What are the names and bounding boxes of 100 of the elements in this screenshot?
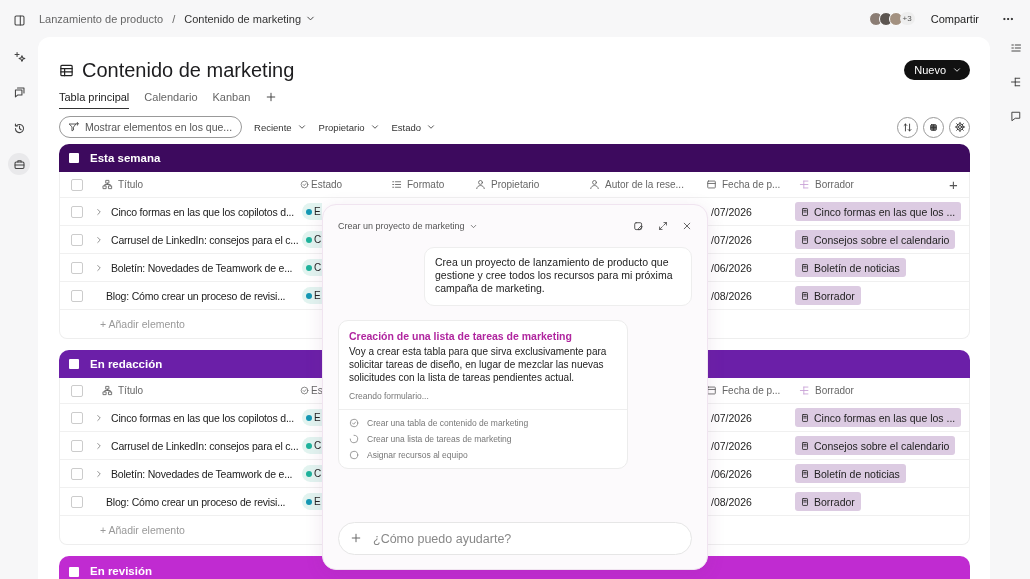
list-icon	[1010, 42, 1022, 54]
new-note-button[interactable]	[633, 220, 644, 232]
new-button[interactable]: Nuevo	[904, 60, 970, 80]
group-checkbox[interactable]	[69, 566, 79, 577]
date-cell-text: /08/2026	[710, 288, 753, 304]
column-header[interactable]: Estado	[311, 179, 343, 190]
item-title[interactable]: Carrusel de LinkedIn: consejos para el c...	[111, 439, 299, 452]
status-badge[interactable]: C	[302, 259, 323, 276]
draft-tag[interactable]: Borrador	[795, 492, 861, 511]
briefcase-button[interactable]	[8, 153, 30, 175]
list-button[interactable]	[1010, 42, 1022, 54]
group-checkbox[interactable]	[69, 359, 79, 369]
column-header[interactable]: Fecha de p...	[722, 385, 781, 396]
date-cell-text: /07/2026	[710, 204, 753, 220]
row-checkbox[interactable]	[71, 467, 83, 480]
add-tab-button[interactable]	[265, 90, 278, 103]
row-checkbox[interactable]	[71, 289, 83, 302]
tree-button[interactable]	[1010, 76, 1022, 88]
document-icon	[800, 262, 810, 273]
check-circle-icon	[349, 418, 359, 428]
group-header[interactable]: Esta semana	[59, 144, 970, 172]
item-title[interactable]: Cinco formas en las que los copilotos d...	[111, 205, 295, 218]
comment-button[interactable]	[1010, 110, 1022, 122]
draft-tag[interactable]: Consejos sobre el calendario	[795, 230, 956, 249]
expand-button[interactable]	[658, 221, 668, 231]
row-checkbox[interactable]	[71, 233, 83, 246]
row-checkbox[interactable]	[71, 411, 83, 424]
progress-text: Creando formulario...	[349, 391, 430, 401]
chevron-down-icon	[296, 122, 307, 132]
row-checkbox[interactable]	[71, 495, 83, 508]
draft-tag[interactable]: Borrador	[795, 286, 861, 305]
filter-dropdown[interactable]: Estado	[391, 121, 437, 133]
note-icon	[633, 220, 644, 232]
column-header[interactable]: Propietario	[491, 179, 540, 190]
draft-tag[interactable]: Consejos sobre el calendario	[795, 436, 956, 455]
status-badge[interactable]: C	[302, 465, 323, 482]
breadcrumb-current[interactable]: Contenido de marketing	[184, 12, 316, 25]
status-badge[interactable]: C	[302, 437, 323, 454]
check-circle-icon	[300, 386, 309, 395]
hierarchy-icon	[102, 385, 113, 396]
add-column-button[interactable]: +	[949, 176, 958, 193]
share-button[interactable]: Compartir	[930, 12, 979, 25]
view-tab[interactable]: Kanban	[212, 87, 251, 109]
chat-button[interactable]	[12, 85, 26, 99]
spinner-icon	[349, 434, 359, 444]
group-checkbox[interactable]	[69, 153, 79, 163]
status-badge[interactable]: E	[302, 287, 322, 304]
column-header[interactable]: Título	[118, 385, 143, 396]
chat-input[interactable]: ¿Cómo puedo ayudarte?	[338, 522, 692, 555]
sort-icon	[902, 121, 913, 133]
draft-tag[interactable]: Boletín de noticias	[795, 464, 906, 483]
column-header[interactable]: Borrador	[815, 179, 854, 190]
close-button[interactable]	[682, 221, 692, 231]
sparkle-button[interactable]	[12, 49, 26, 63]
document-icon	[800, 440, 810, 451]
filter-icon	[68, 121, 80, 133]
sidebar-toggle-button[interactable]	[12, 13, 26, 27]
chevron-down-icon	[369, 122, 380, 132]
column-header[interactable]: Fecha de p...	[722, 179, 781, 190]
filter-dropdown[interactable]: Reciente	[254, 121, 307, 133]
row-checkbox[interactable]	[71, 261, 83, 274]
view-tab[interactable]: Tabla principal	[59, 87, 130, 109]
column-header[interactable]: Borrador	[815, 385, 854, 396]
user-message: Crea un proyecto de lanzamiento de producto que gestione y cree todos los recursos para mi próxima campaña de marketing.	[424, 247, 692, 306]
status-badge[interactable]: E	[302, 203, 322, 220]
item-title[interactable]: Carrusel de LinkedIn: consejos para el c...	[111, 233, 299, 246]
group-title: Esta semana	[90, 152, 161, 164]
item-title[interactable]: Boletín: Novedades de Teamwork de e...	[111, 467, 293, 480]
status-badge[interactable]: E	[302, 409, 322, 426]
step-label: Crear una lista de tareas de marketing	[367, 434, 512, 444]
draft-tag[interactable]: Cinco formas en las que los ...	[795, 408, 962, 427]
date-cell-text: /06/2026	[710, 466, 753, 482]
row-checkbox[interactable]	[71, 205, 83, 218]
document-icon	[800, 290, 810, 301]
item-title[interactable]: Boletín: Novedades de Teamwork de e...	[111, 261, 293, 274]
tree-icon	[1010, 76, 1022, 88]
column-header[interactable]: Formato	[407, 179, 445, 190]
breadcrumb-link[interactable]: Lanzamiento de producto	[39, 12, 164, 25]
item-title[interactable]: Cinco formas en las que los copilotos d...	[111, 411, 295, 424]
chat-title[interactable]: Crear un proyecto de marketing	[338, 221, 465, 231]
status-badge[interactable]: E	[302, 493, 322, 510]
checkbox[interactable]	[71, 384, 83, 397]
row-checkbox[interactable]	[71, 439, 83, 452]
item-title[interactable]: Blog: Cómo crear un proceso de revisi...	[106, 289, 286, 302]
avatar	[888, 11, 903, 26]
list-icon	[391, 179, 402, 190]
status-badge[interactable]: C	[302, 231, 323, 248]
checkbox[interactable]	[71, 178, 83, 191]
view-tab[interactable]: Calendario	[144, 87, 198, 109]
draft-tag[interactable]: Cinco formas en las que los ...	[795, 202, 962, 221]
chevron-down-icon	[952, 65, 962, 75]
date-cell-text: /06/2026	[710, 260, 753, 276]
filter-dropdown[interactable]: Propietario	[318, 121, 380, 133]
column-header[interactable]: Autor de la rese...	[605, 179, 684, 190]
item-title[interactable]: Blog: Cómo crear un proceso de revisi...	[106, 495, 286, 508]
more-count[interactable]: +3	[899, 12, 915, 25]
column-header[interactable]: Es	[311, 385, 323, 396]
history-button[interactable]	[12, 121, 26, 135]
draft-tag[interactable]: Boletín de noticias	[795, 258, 906, 277]
column-header[interactable]: Título	[118, 179, 143, 190]
